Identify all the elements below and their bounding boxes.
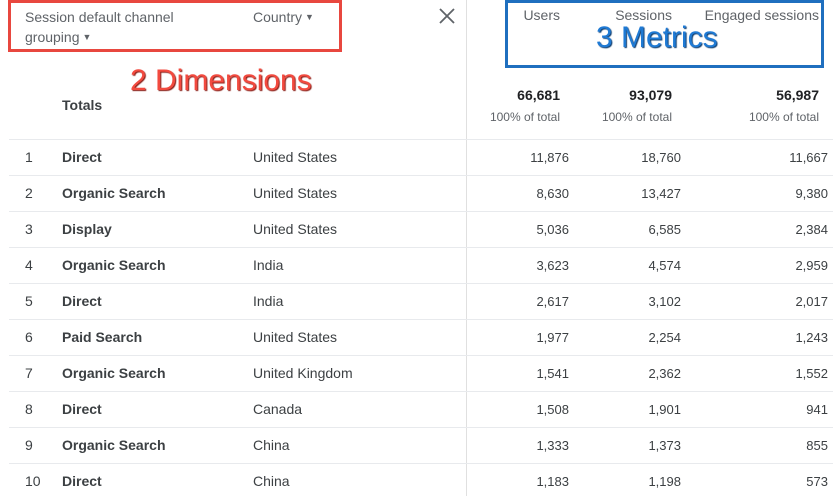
row-country: Canada — [253, 401, 303, 417]
data-table-body: 1 Direct United States 11,876 18,760 11,… — [9, 139, 833, 499]
row-channel: Organic Search — [62, 437, 166, 453]
row-engaged-sessions: 2,959 — [795, 258, 828, 273]
row-users: 5,036 — [536, 222, 569, 237]
table-row[interactable]: 1 Direct United States 11,876 18,760 11,… — [9, 139, 833, 175]
row-index: 2 — [25, 185, 33, 201]
close-icon[interactable] — [437, 6, 457, 26]
row-users: 1,183 — [536, 474, 569, 489]
row-engaged-sessions: 1,243 — [795, 330, 828, 345]
row-sessions: 18,760 — [641, 150, 681, 165]
row-users: 2,617 — [536, 294, 569, 309]
row-index: 5 — [25, 293, 33, 309]
totals-label: Totals — [62, 97, 103, 113]
row-users: 1,333 — [536, 438, 569, 453]
dimensions-annotation: 2 Dimensions — [130, 64, 312, 97]
row-index: 10 — [25, 473, 41, 489]
row-country: United States — [253, 185, 338, 201]
row-sessions: 4,574 — [648, 258, 681, 273]
table-row[interactable]: 8 Direct Canada 1,508 1,901 941 — [9, 391, 833, 427]
row-channel: Organic Search — [62, 257, 166, 273]
row-engaged-sessions: 11,667 — [789, 150, 828, 165]
table-row[interactable]: 9 Organic Search China 1,333 1,373 855 — [9, 427, 833, 463]
row-users: 1,977 — [536, 330, 569, 345]
table-row[interactable]: 7 Organic Search United Kingdom 1,541 2,… — [9, 355, 833, 391]
row-index: 7 — [25, 365, 33, 381]
row-channel: Organic Search — [62, 365, 166, 381]
total-engaged-percent: 100% of total — [748, 110, 819, 124]
row-engaged-sessions: 573 — [806, 474, 828, 489]
row-country: China — [253, 437, 290, 453]
row-country: United States — [253, 329, 338, 345]
row-users: 1,508 — [536, 402, 569, 417]
row-engaged-sessions: 2,017 — [795, 294, 828, 309]
row-sessions: 2,362 — [648, 366, 681, 381]
row-index: 4 — [25, 257, 33, 273]
total-users-percent: 100% of total — [489, 110, 560, 124]
dimensions-highlight-box — [8, 0, 342, 52]
table-row[interactable]: 2 Organic Search United States 8,630 13,… — [9, 175, 833, 211]
row-country: United States — [253, 149, 338, 165]
row-engaged-sessions: 2,384 — [795, 222, 828, 237]
row-channel: Direct — [62, 293, 102, 309]
row-index: 3 — [25, 221, 33, 237]
table-row[interactable]: 5 Direct India 2,617 3,102 2,017 — [9, 283, 833, 319]
metrics-annotation: 3 Metrics — [596, 21, 718, 54]
table-row[interactable]: 10 Direct China 1,183 1,198 573 — [9, 463, 833, 499]
row-channel: Direct — [62, 473, 102, 489]
row-engaged-sessions: 1,552 — [795, 366, 828, 381]
row-index: 1 — [25, 149, 33, 165]
row-sessions: 13,427 — [641, 186, 681, 201]
row-engaged-sessions: 855 — [806, 438, 828, 453]
row-channel: Display — [62, 221, 112, 237]
total-sessions: 93,079 — [629, 87, 672, 103]
row-index: 8 — [25, 401, 33, 417]
row-sessions: 3,102 — [648, 294, 681, 309]
row-sessions: 1,373 — [648, 438, 681, 453]
row-users: 11,876 — [530, 150, 569, 165]
row-country: China — [253, 473, 290, 489]
row-index: 6 — [25, 329, 33, 345]
row-sessions: 2,254 — [648, 330, 681, 345]
row-engaged-sessions: 941 — [806, 402, 828, 417]
row-country: United States — [253, 221, 338, 237]
row-users: 1,541 — [536, 366, 569, 381]
row-country: United Kingdom — [253, 365, 353, 381]
row-channel: Paid Search — [62, 329, 143, 345]
table-row[interactable]: 3 Display United States 5,036 6,585 2,38… — [9, 211, 833, 247]
row-engaged-sessions: 9,380 — [795, 186, 828, 201]
total-users: 66,681 — [517, 87, 560, 103]
row-index: 9 — [25, 437, 33, 453]
table-row[interactable]: 4 Organic Search India 3,623 4,574 2,959 — [9, 247, 833, 283]
row-sessions: 6,585 — [648, 222, 681, 237]
row-users: 8,630 — [536, 186, 569, 201]
table-row[interactable]: 6 Paid Search United States 1,977 2,254 … — [9, 319, 833, 355]
row-country: India — [253, 293, 284, 309]
row-channel: Direct — [62, 149, 102, 165]
row-channel: Direct — [62, 401, 102, 417]
total-engaged-sessions: 56,987 — [776, 87, 819, 103]
row-channel: Organic Search — [62, 185, 166, 201]
row-sessions: 1,901 — [648, 402, 681, 417]
row-sessions: 1,198 — [648, 474, 681, 489]
row-country: India — [253, 257, 284, 273]
total-sessions-percent: 100% of total — [601, 110, 672, 124]
row-users: 3,623 — [536, 258, 569, 273]
